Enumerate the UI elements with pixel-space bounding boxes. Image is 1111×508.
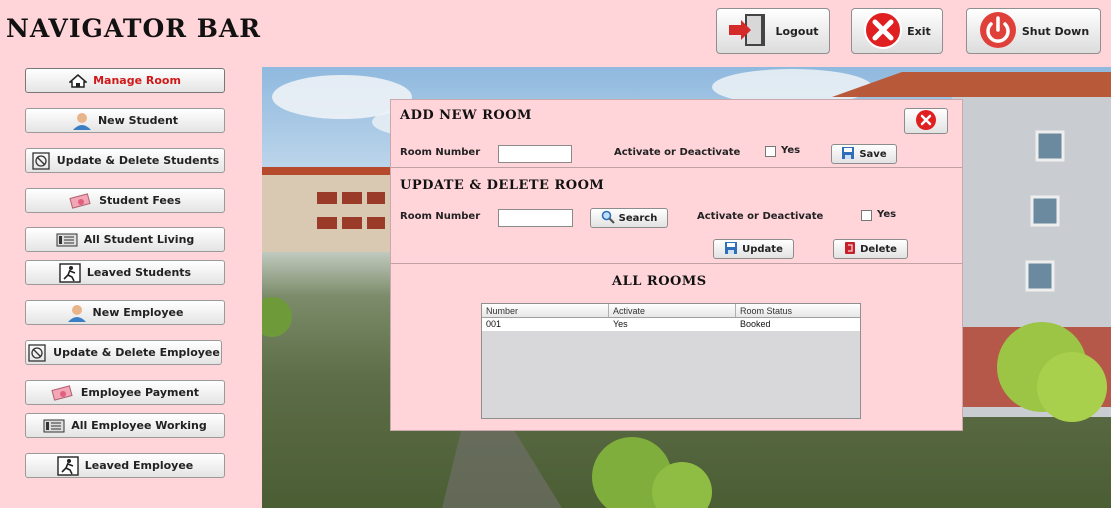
room-management-panel: ADD NEW ROOM Room Number Activate or Dea… [390,99,963,431]
list-icon [43,419,65,433]
table-header: Number Activate Room Status [482,304,860,318]
update-room-number-input[interactable] [498,209,573,227]
close-icon [863,10,903,53]
cell-number: 001 [486,319,502,329]
nav-label: Leaved Employee [84,459,194,472]
update-room-number-label: Room Number [400,211,481,222]
exit-label: Exit [907,24,931,38]
save-label: Save [859,148,887,160]
add-room-title: ADD NEW ROOM [400,108,532,123]
nav-manage-room[interactable]: Manage Room [25,68,225,93]
shutdown-button[interactable]: Shut Down [966,8,1101,54]
divider [391,263,962,264]
cell-activate: Yes [613,319,628,329]
nav-leaved-students[interactable]: Leaved Students [25,260,225,285]
search-icon [601,210,615,227]
nav-label: All Employee Working [71,419,207,432]
house-icon [69,73,88,88]
add-room-number-label: Room Number [400,147,481,158]
exit-button[interactable]: Exit [851,8,943,54]
exit-person-icon [57,455,79,476]
add-yes-label: Yes [781,145,801,156]
close-icon [915,109,937,134]
delete-label: Delete [860,243,897,255]
update-yes-label: Yes [877,209,897,220]
all-rooms-title: ALL ROOMS [612,274,707,289]
column-header[interactable]: Activate [609,304,736,317]
add-room-number-input[interactable] [498,145,572,163]
update-button[interactable]: Update [713,239,794,259]
cell-status: Booked [740,319,771,329]
power-icon [978,10,1018,53]
save-button[interactable]: Save [831,144,897,164]
logout-button[interactable]: Logout [716,8,830,54]
nav-label: Manage Room [93,74,181,87]
add-activate-checkbox[interactable] [765,146,776,157]
close-panel-button[interactable] [904,108,948,134]
money-icon [69,192,93,209]
nav-all-employee-working[interactable]: All Employee Working [25,413,225,438]
nav-label: All Student Living [83,233,195,246]
logout-door-icon [727,12,771,51]
nav-label: New Employee [92,306,184,319]
nav-new-employee[interactable]: New Employee [25,300,225,325]
user-icon [72,112,92,130]
trash-icon [844,241,856,258]
nav-student-fees[interactable]: Student Fees [25,188,225,213]
update-label: Update [742,243,783,255]
nav-employee-payment[interactable]: Employee Payment [25,380,225,405]
search-button[interactable]: Search [590,208,668,228]
floppy-disk-icon [724,241,738,258]
rooms-table[interactable]: Number Activate Room Status 001 Yes Book… [481,303,861,419]
column-header[interactable]: Number [482,304,609,317]
nav-label: Update & Delete Employee [53,346,220,359]
shutdown-label: Shut Down [1021,24,1090,38]
nav-new-student[interactable]: New Student [25,108,225,133]
navigator-bar-title: NAVIGATOR BAR [6,14,262,43]
edit-delete-icon [27,343,47,362]
nav-label: Student Fees [99,194,181,207]
nav-label: New Student [97,114,179,127]
nav-update-delete-employee[interactable]: Update & Delete Employee [25,340,222,365]
divider [391,167,962,168]
search-label: Search [618,212,658,224]
nav-label: Employee Payment [80,386,200,399]
update-activate-label: Activate or Deactivate [697,211,824,222]
nav-update-delete-students[interactable]: Update & Delete Students [25,148,225,173]
delete-button[interactable]: Delete [833,239,908,259]
nav-all-student-living[interactable]: All Student Living [25,227,225,252]
nav-label: Leaved Students [86,266,192,279]
nav-leaved-employee[interactable]: Leaved Employee [25,453,225,478]
floppy-disk-icon [841,146,855,163]
column-header[interactable]: Room Status [736,304,860,317]
money-icon [51,384,75,401]
update-activate-checkbox[interactable] [861,210,872,221]
table-row[interactable]: 001 Yes Booked [482,318,860,331]
list-icon [56,233,78,247]
logout-label: Logout [775,24,819,38]
update-room-title: UPDATE & DELETE ROOM [400,178,605,193]
edit-delete-icon [31,151,51,170]
nav-label: Update & Delete Students [56,154,220,167]
user-icon [67,304,87,322]
add-activate-label: Activate or Deactivate [614,147,741,158]
exit-person-icon [59,262,81,283]
